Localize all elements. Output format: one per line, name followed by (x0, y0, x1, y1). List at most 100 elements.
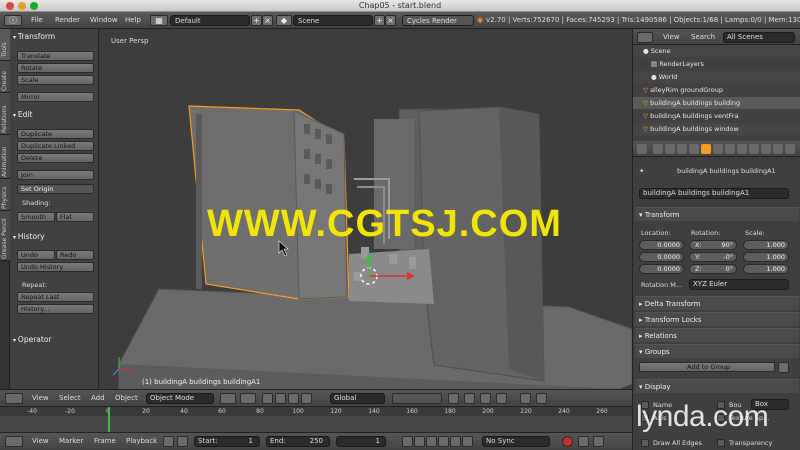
current-frame-marker[interactable] (108, 407, 110, 433)
particles-context-icon[interactable] (773, 144, 783, 154)
scale-y-field[interactable]: 1.000 (743, 252, 789, 262)
redo-button[interactable]: Redo (56, 250, 94, 260)
duplicate-linked-button[interactable]: Duplicate Linked (17, 141, 94, 151)
snap-element-icon[interactable] (496, 393, 507, 404)
display-section[interactable]: ▾ Display (635, 379, 799, 393)
delta-transform-section[interactable]: ▸ Delta Transform (635, 296, 799, 310)
remove-scene-icon[interactable]: × (385, 15, 396, 26)
scene-field[interactable]: Scene (293, 15, 373, 26)
tab-create[interactable]: Create (0, 61, 10, 93)
outliner-item-world[interactable]: ● World (633, 71, 800, 83)
mirror-button[interactable]: Mirror (17, 92, 94, 102)
edit-panel-header[interactable]: Edit (13, 110, 97, 120)
record-icon[interactable] (562, 436, 573, 447)
transform-panel-header[interactable]: Transform (13, 32, 97, 42)
end-frame-field[interactable]: End: 250 (266, 436, 330, 447)
outliner-item-building-a1[interactable]: ▽ buildingA buildings building (633, 97, 800, 109)
menu-help[interactable]: Help (125, 15, 141, 26)
location-z-field[interactable]: 0.0000 (639, 264, 684, 274)
lock-layers-icon[interactable] (448, 393, 459, 404)
view3d-menu-add[interactable]: Add (91, 394, 105, 402)
opengl-render-icon[interactable] (536, 393, 547, 404)
outliner-menu-search[interactable]: Search (691, 33, 715, 41)
material-context-icon[interactable] (749, 144, 759, 154)
transform-locks-section[interactable]: ▸ Transform Locks (635, 312, 799, 326)
repeat-last-button[interactable]: Repeat Last (17, 292, 94, 302)
transform-orientation-select[interactable]: Global (330, 393, 385, 404)
layers-context-icon[interactable] (665, 144, 675, 154)
next-keyframe-icon[interactable] (450, 436, 461, 447)
view3d-menu-object[interactable]: Object (115, 394, 138, 402)
undo-history-button[interactable]: Undo History (17, 262, 94, 272)
outliner-item-window[interactable]: ▽ buildingA buildings window (633, 123, 800, 135)
relations-section[interactable]: ▸ Relations (635, 328, 799, 342)
view3d-editor-icon[interactable] (5, 393, 23, 404)
rotation-x-field[interactable]: X: 90° (689, 240, 737, 250)
timeline-editor-icon[interactable] (5, 436, 23, 447)
menu-window[interactable]: Window (90, 15, 118, 26)
snap-icon[interactable] (480, 393, 491, 404)
tab-relations[interactable]: Relations (0, 93, 10, 135)
flat-shading-button[interactable]: Flat (56, 212, 94, 222)
data-context-icon[interactable] (737, 144, 747, 154)
proportional-edit-icon[interactable] (464, 393, 475, 404)
menu-file[interactable]: File (31, 15, 43, 26)
tab-physics[interactable]: Physics (0, 179, 10, 211)
outliner-item-vent[interactable]: ▽ buildingA buildings ventFra (633, 110, 800, 122)
delete-button[interactable]: Delete (17, 153, 94, 163)
history-button[interactable]: History... (17, 304, 94, 314)
object-name-field[interactable]: buildingA buildings buildingA1 (639, 188, 789, 199)
tab-tools[interactable]: Tools (0, 29, 10, 61)
outliner-editor-icon[interactable] (637, 32, 653, 43)
scale-x-field[interactable]: 1.000 (743, 240, 789, 250)
scale-manipulator-icon[interactable] (301, 393, 312, 404)
scale-button[interactable]: Scale (17, 75, 94, 85)
outliner-display-select[interactable]: All Scenes (723, 32, 795, 43)
insert-keyframe-icon[interactable] (593, 436, 604, 447)
rotate-manipulator-icon[interactable] (288, 393, 299, 404)
location-x-field[interactable]: 0.0000 (639, 240, 684, 250)
screen-layout-icon[interactable]: ▦ (150, 15, 168, 26)
rotate-button[interactable]: Rotate (17, 63, 94, 73)
scale-z-field[interactable]: 1.000 (743, 264, 789, 274)
outliner-menu-view[interactable]: View (663, 33, 680, 41)
operator-panel-header[interactable]: Operator (13, 335, 97, 345)
pin-icon[interactable]: ✦ (639, 167, 644, 175)
timeline-editor[interactable]: -40 -20 0 20 40 60 80 100 120 140 160 18… (0, 406, 632, 433)
modifiers-context-icon[interactable] (725, 144, 735, 154)
display-transparency-checkbox[interactable] (717, 439, 725, 447)
preview-range-icon[interactable] (163, 436, 174, 447)
layer-buttons[interactable] (392, 393, 442, 404)
duplicate-button[interactable]: Duplicate (17, 129, 94, 139)
translate-button[interactable]: Translate (17, 51, 94, 61)
add-to-group-button[interactable]: Add to Group (639, 362, 775, 372)
tab-animation[interactable]: Animation (0, 135, 10, 179)
add-group-icon[interactable] (778, 362, 789, 373)
outliner-item-renderlayers[interactable]: ▤ RenderLayers (633, 58, 800, 70)
add-layout-icon[interactable]: + (251, 15, 262, 26)
properties-editor-icon[interactable] (637, 144, 647, 154)
texture-context-icon[interactable] (761, 144, 771, 154)
mode-select[interactable]: Object Mode (146, 393, 214, 404)
view3d-menu-select[interactable]: Select (59, 394, 81, 402)
remove-layout-icon[interactable]: × (262, 15, 273, 26)
timeline-menu-frame[interactable]: Frame (94, 437, 116, 445)
viewport-shading-icon[interactable] (220, 393, 236, 404)
add-scene-icon[interactable]: + (374, 15, 385, 26)
keying-set-icon[interactable] (578, 436, 589, 447)
lock-range-icon[interactable] (177, 436, 188, 447)
timeline-ruler[interactable]: -40 -20 0 20 40 60 80 100 120 140 160 18… (0, 407, 632, 416)
menu-render[interactable]: Render (55, 15, 80, 26)
rotation-z-field[interactable]: Z: 0° (689, 264, 737, 274)
play-reverse-icon[interactable] (426, 436, 437, 447)
prev-keyframe-icon[interactable] (414, 436, 425, 447)
timeline-menu-view[interactable]: View (32, 437, 49, 445)
physics-context-icon[interactable] (785, 144, 795, 154)
render-preview-icon[interactable] (520, 393, 531, 404)
tab-grease-pencil[interactable]: Grease Pencil (0, 211, 10, 261)
rotation-y-field[interactable]: Y: -0° (689, 252, 737, 262)
rotation-mode-select[interactable]: XYZ Euler (689, 279, 789, 290)
render-context-icon[interactable] (653, 144, 663, 154)
current-frame-field[interactable]: 1 (336, 436, 386, 447)
constraints-context-icon[interactable] (713, 144, 723, 154)
